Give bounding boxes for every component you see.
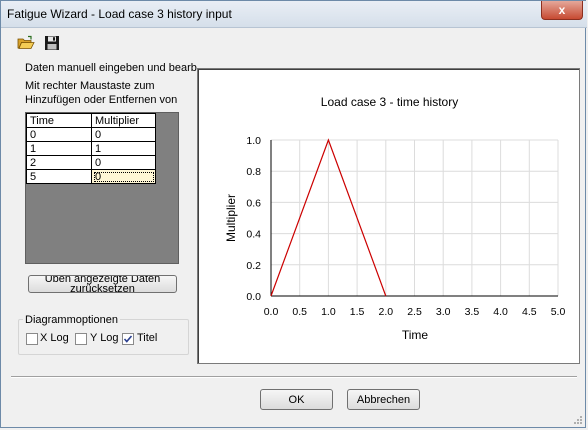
x-tick-label: 1.5 <box>350 306 365 318</box>
close-button[interactable]: x <box>541 1 583 20</box>
y-tick-label: 0.8 <box>246 166 261 178</box>
grid-header-row: Time Multiplier <box>26 113 156 128</box>
chart-panel: Load case 3 - time history 0.0 0.5 1.0 1.5 2.… <box>197 68 580 364</box>
grid-cell-multiplier[interactable]: 1 <box>91 141 156 156</box>
separator-line <box>11 376 577 378</box>
check-icon <box>123 335 133 343</box>
x-axis-label: Time <box>402 328 429 342</box>
grid-row[interactable]: 1 1 <box>26 141 156 156</box>
grid-cell-multiplier[interactable]: 0 <box>91 127 156 142</box>
grid-header-multiplier[interactable]: Multiplier <box>91 113 156 128</box>
titel-checkbox[interactable] <box>122 333 134 345</box>
cancel-button[interactable]: Abbrechen <box>347 389 420 410</box>
grid-cell-time[interactable]: 2 <box>26 155 92 170</box>
close-icon: x <box>558 3 566 17</box>
diagram-options-title: Diagrammoptionen <box>23 314 120 326</box>
x-tick-label: 2.5 <box>407 306 422 318</box>
grid-cell-time[interactable]: 1 <box>26 141 92 156</box>
x-tick-label: 3.0 <box>436 306 451 318</box>
xlog-label: X Log <box>40 332 69 344</box>
grid-cell-time[interactable]: 5 <box>26 169 92 184</box>
reset-data-button[interactable]: Üben angezeigte Daten zurücksetzen <box>28 275 177 293</box>
grid-cell-multiplier[interactable]: 0 <box>91 155 156 170</box>
folder-open-icon[interactable] <box>17 35 35 51</box>
window-title: Fatigue Wizard - Load case 3 history inp… <box>7 7 232 21</box>
x-tick-label: 3.5 <box>465 306 480 318</box>
y-tick-label: 0.4 <box>246 229 261 241</box>
instruction-text-3: Hinzufügen oder Entfernen von <box>25 94 178 106</box>
y-tick-label: 1.0 <box>246 135 261 147</box>
ok-button[interactable]: OK <box>260 389 333 410</box>
titel-label: Titel <box>137 332 158 344</box>
x-tick-label: 5.0 <box>551 306 566 318</box>
y-tick-label: 0.2 <box>246 260 261 272</box>
y-axis-label: Multiplier <box>224 194 238 242</box>
xlog-checkbox[interactable] <box>26 333 38 345</box>
grid-row[interactable]: 2 0 <box>26 155 156 170</box>
instruction-text-2: Mit rechter Maustaste zum <box>25 80 155 92</box>
chart-title: Load case 3 - time history <box>321 95 458 109</box>
floppy-save-icon[interactable] <box>43 35 61 51</box>
x-tick-label: 1.0 <box>321 306 336 318</box>
grid-row[interactable]: 5 0 <box>26 169 156 184</box>
x-tick-label: 4.5 <box>522 306 537 318</box>
x-tick-label: 2.0 <box>378 306 393 318</box>
data-grid[interactable]: Time Multiplier 0 0 1 1 2 0 5 0 <box>25 112 179 264</box>
resize-grip-icon[interactable] <box>573 415 583 425</box>
y-tick-label: 0.0 <box>246 291 261 303</box>
x-tick-label: 0.0 <box>264 306 279 318</box>
ylog-checkbox[interactable] <box>75 333 87 345</box>
instruction-text-1: Daten manuell eingeben und bearb <box>25 62 197 74</box>
ylog-label: Y Log <box>90 332 119 344</box>
grid-row[interactable]: 0 0 <box>26 127 156 142</box>
title-bar[interactable]: Fatigue Wizard - Load case 3 history inp… <box>1 1 587 28</box>
grid-cell-time[interactable]: 0 <box>26 127 92 142</box>
x-tick-label: 0.5 <box>292 306 307 318</box>
y-tick-label: 0.6 <box>246 197 261 209</box>
time-history-chart: Load case 3 - time history 0.0 0.5 1.0 1.5 2.… <box>224 95 566 342</box>
grid-cell-multiplier-selected[interactable]: 0 <box>91 169 156 184</box>
reset-button-label-2: zurücksetzen <box>70 283 135 293</box>
grid-header-time[interactable]: Time <box>26 113 92 128</box>
fatigue-wizard-window: Fatigue Wizard - Load case 3 history inp… <box>0 0 587 428</box>
x-tick-label: 4.0 <box>493 306 508 318</box>
